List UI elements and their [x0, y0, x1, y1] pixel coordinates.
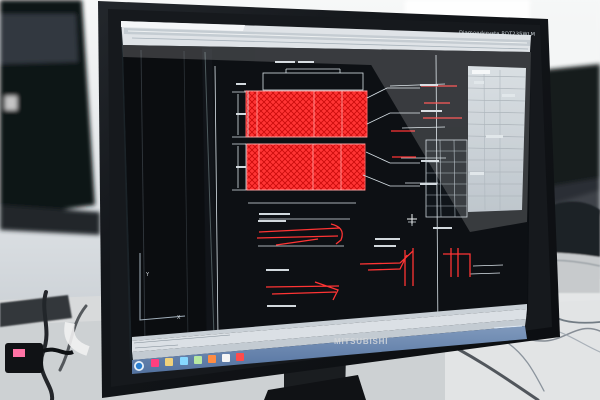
photo-illustration: Y X [0, 0, 600, 400]
monitor-brand-logo: MITSUBISHI [334, 337, 389, 346]
office-desk-scene: Y X Diamondcrysta RDT235WLM MITSUBISHI [0, 0, 600, 400]
taskbar-app-icon [151, 359, 159, 367]
svg-text:X: X [177, 315, 181, 321]
